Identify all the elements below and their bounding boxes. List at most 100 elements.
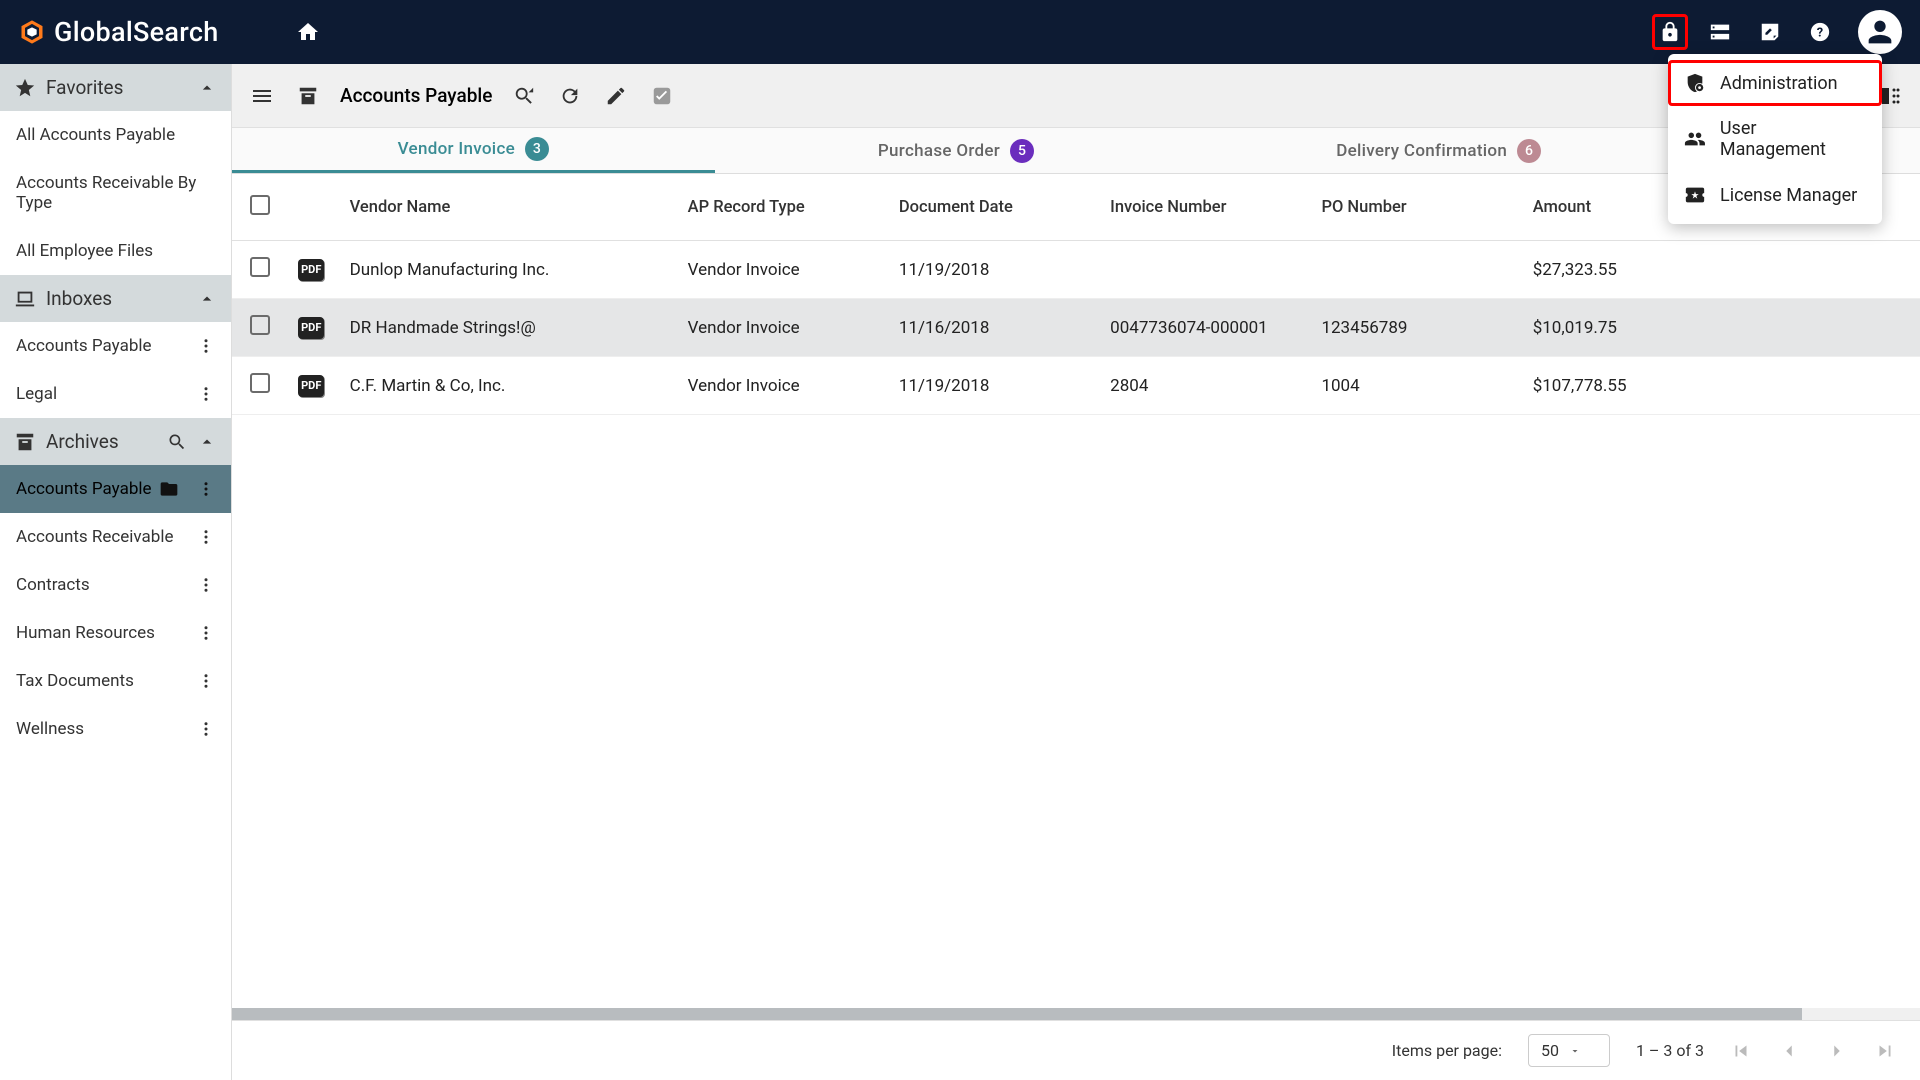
cell-type: Vendor Invoice xyxy=(676,241,887,299)
col-ap-record-type[interactable]: AP Record Type xyxy=(676,174,887,241)
storage-icon xyxy=(1709,21,1731,43)
tab-badge: 6 xyxy=(1517,139,1541,163)
pdf-icon[interactable]: PDF xyxy=(298,259,324,281)
admin-menu-label: Administration xyxy=(1720,73,1838,94)
record-type-tabs: Vendor Invoice 3 Purchase Order 5 Delive… xyxy=(232,128,1920,174)
horizontal-scrollbar-thumb[interactable] xyxy=(232,1008,1802,1020)
more-vert-icon[interactable] xyxy=(197,672,215,690)
people-icon xyxy=(1684,128,1706,150)
cell-invoice: 2804 xyxy=(1098,357,1309,415)
refresh-button[interactable] xyxy=(556,82,584,110)
bulk-check-button[interactable] xyxy=(648,82,676,110)
sidebar-section-archives[interactable]: Archives xyxy=(0,418,231,465)
horizontal-scrollbar[interactable] xyxy=(232,1008,1920,1020)
more-vert-icon[interactable] xyxy=(197,337,215,355)
sidebar-archive-item[interactable]: Contracts xyxy=(0,561,231,609)
row-checkbox[interactable] xyxy=(250,373,270,393)
sidebar-item-label: Human Resources xyxy=(16,623,155,643)
cell-amount: $10,019.75 xyxy=(1521,299,1920,357)
admin-lock-button[interactable] xyxy=(1652,14,1688,50)
nav-edit-note-button[interactable] xyxy=(1752,14,1788,50)
next-page-button[interactable] xyxy=(1826,1040,1848,1062)
table-scroll-area[interactable]: Vendor Name AP Record Type Document Date… xyxy=(232,174,1920,1008)
sidebar-fav-item[interactable]: All Accounts Payable xyxy=(0,111,231,159)
row-checkbox[interactable] xyxy=(250,315,270,335)
top-navbar: GlobalSearch ? xyxy=(0,0,1920,64)
table-row[interactable]: PDFDR Handmade Strings!@Vendor Invoice11… xyxy=(232,299,1920,357)
cell-vendor: DR Handmade Strings!@ xyxy=(338,299,676,357)
admin-menu-label: User Management xyxy=(1720,118,1866,160)
sidebar-item-label: Accounts Payable xyxy=(16,336,152,356)
lock-icon xyxy=(1659,21,1681,43)
chevron-up-icon xyxy=(197,289,217,309)
favorites-label: Favorites xyxy=(46,76,123,99)
more-vert-icon[interactable] xyxy=(197,385,215,403)
page-size-select[interactable]: 50 xyxy=(1528,1034,1610,1067)
first-page-button[interactable] xyxy=(1730,1040,1752,1062)
cell-type: Vendor Invoice xyxy=(676,357,887,415)
sidebar-section-inboxes[interactable]: Inboxes xyxy=(0,275,231,322)
cell-po xyxy=(1309,241,1520,299)
sidebar-archive-item[interactable]: Accounts Receivable xyxy=(0,513,231,561)
col-vendor-name[interactable]: Vendor Name xyxy=(338,174,676,241)
pdf-icon[interactable]: PDF xyxy=(298,317,324,339)
sidebar-archive-item[interactable]: Human Resources xyxy=(0,609,231,657)
tab-label: Purchase Order xyxy=(878,141,1000,161)
more-vert-icon[interactable] xyxy=(197,576,215,594)
nav-help-button[interactable]: ? xyxy=(1802,14,1838,50)
admin-menu-administration[interactable]: Administration xyxy=(1668,60,1882,106)
table-row[interactable]: PDFC.F. Martin & Co, Inc.Vendor Invoice1… xyxy=(232,357,1920,415)
user-avatar[interactable] xyxy=(1858,10,1902,54)
sidebar-inbox-item[interactable]: Legal xyxy=(0,370,231,418)
archive-icon xyxy=(294,82,322,110)
more-vert-icon[interactable] xyxy=(197,528,215,546)
archive-icon xyxy=(14,431,36,453)
chevron-down-icon xyxy=(1569,1045,1581,1057)
tab-label: Delivery Confirmation xyxy=(1336,141,1507,161)
row-checkbox[interactable] xyxy=(250,257,270,277)
help-icon: ? xyxy=(1809,21,1831,43)
sidebar-fav-item[interactable]: Accounts Receivable By Type xyxy=(0,159,231,227)
cell-date: 11/19/2018 xyxy=(887,357,1098,415)
more-vert-icon[interactable] xyxy=(197,624,215,642)
more-vert-icon[interactable] xyxy=(197,480,215,498)
tab-badge: 5 xyxy=(1010,139,1034,163)
sidebar-archive-item-accounts-payable[interactable]: Accounts Payable xyxy=(0,465,231,513)
tab-vendor-invoice[interactable]: Vendor Invoice 3 xyxy=(232,128,715,173)
last-page-button[interactable] xyxy=(1874,1040,1896,1062)
sidebar-item-label: Contracts xyxy=(16,575,90,595)
home-button[interactable] xyxy=(294,18,322,46)
cell-date: 11/16/2018 xyxy=(887,299,1098,357)
content-toolbar: Accounts Payable xyxy=(232,64,1920,128)
nav-storage-button[interactable] xyxy=(1702,14,1738,50)
toolbar-title: Accounts Payable xyxy=(340,84,492,107)
folder-icon xyxy=(159,479,179,499)
sidebar-fav-item[interactable]: All Employee Files xyxy=(0,227,231,275)
cell-vendor: C.F. Martin & Co, Inc. xyxy=(338,357,676,415)
sidebar-inbox-item[interactable]: Accounts Payable xyxy=(0,322,231,370)
tab-purchase-order[interactable]: Purchase Order 5 xyxy=(715,128,1198,173)
cell-po: 1004 xyxy=(1309,357,1520,415)
tab-delivery-confirmation[interactable]: Delivery Confirmation 6 xyxy=(1197,128,1680,173)
items-per-page-label: Items per page: xyxy=(1392,1041,1502,1060)
col-document-date[interactable]: Document Date xyxy=(887,174,1098,241)
menu-button[interactable] xyxy=(248,82,276,110)
table-row[interactable]: PDFDunlop Manufacturing Inc.Vendor Invoi… xyxy=(232,241,1920,299)
search-icon[interactable] xyxy=(167,432,187,452)
sidebar-archive-item[interactable]: Wellness xyxy=(0,705,231,753)
sidebar-item-label: Tax Documents xyxy=(16,671,134,691)
col-po-number[interactable]: PO Number xyxy=(1309,174,1520,241)
prev-page-button[interactable] xyxy=(1778,1040,1800,1062)
tab-label: Vendor Invoice xyxy=(398,139,515,159)
edit-button[interactable] xyxy=(602,82,630,110)
admin-menu-license-manager[interactable]: License Manager xyxy=(1668,172,1882,218)
sidebar: Favorites All Accounts Payable Accounts … xyxy=(0,64,232,1080)
more-vert-icon[interactable] xyxy=(197,720,215,738)
sidebar-archive-item[interactable]: Tax Documents xyxy=(0,657,231,705)
col-invoice-number[interactable]: Invoice Number xyxy=(1098,174,1309,241)
sidebar-section-favorites[interactable]: Favorites xyxy=(0,64,231,111)
pdf-icon[interactable]: PDF xyxy=(298,375,324,397)
search-refresh-button[interactable] xyxy=(510,82,538,110)
admin-menu-user-management[interactable]: User Management xyxy=(1668,106,1882,172)
select-all-checkbox[interactable] xyxy=(250,195,270,215)
